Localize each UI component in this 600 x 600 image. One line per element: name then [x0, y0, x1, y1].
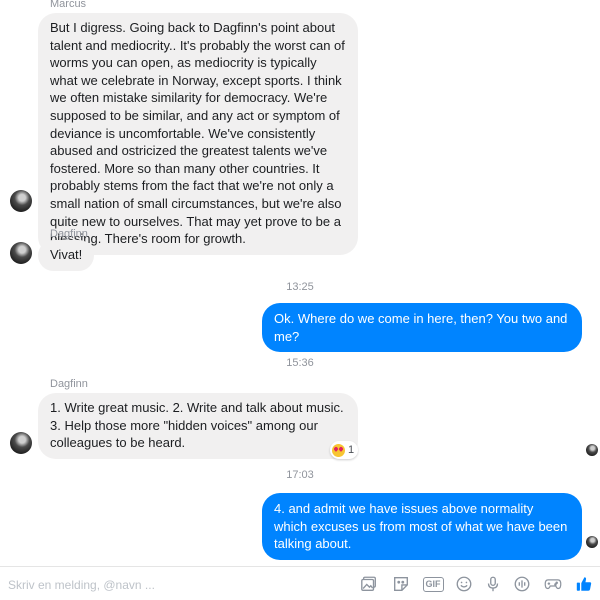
heart-eyes-icon	[332, 443, 345, 457]
avatar[interactable]	[10, 432, 32, 454]
reaction-count: 1	[348, 444, 355, 456]
gif-label: GIF	[422, 576, 444, 592]
message-composer: GIF	[0, 566, 600, 600]
avatar[interactable]	[10, 242, 32, 264]
timestamp: 17:03	[286, 469, 314, 481]
sender-name: Dagfinn	[50, 378, 88, 390]
incoming-message: But I digress. Going back to Dagfinn's p…	[38, 13, 358, 255]
read-receipt-avatar	[586, 536, 598, 548]
sender-name: Dagfinn	[50, 228, 88, 240]
message-input[interactable]	[6, 575, 340, 595]
timestamp: 15:36	[286, 357, 314, 369]
image-icon[interactable]	[359, 574, 379, 594]
incoming-message: Vivat!	[38, 240, 95, 271]
sender-name: Marcus	[50, 0, 87, 10]
emoji-icon[interactable]	[454, 574, 474, 594]
game-controller-icon[interactable]	[542, 574, 564, 594]
gif-icon[interactable]: GIF	[421, 574, 445, 594]
timestamp: 13:25	[286, 281, 314, 293]
sticker-icon[interactable]	[391, 574, 411, 594]
reaction-badge[interactable]: 1	[330, 441, 359, 459]
avatar[interactable]	[10, 190, 32, 212]
outgoing-message: Ok. Where do we come in here, then? You …	[262, 303, 582, 353]
read-receipt-avatar	[586, 444, 598, 456]
like-icon[interactable]	[574, 574, 594, 594]
microphone-icon[interactable]	[483, 574, 503, 594]
outgoing-message: 4. and admit we have issues above normal…	[262, 493, 582, 560]
incoming-message: 1. Write great music. 2. Write and talk …	[38, 393, 358, 459]
audio-icon[interactable]	[512, 574, 532, 594]
